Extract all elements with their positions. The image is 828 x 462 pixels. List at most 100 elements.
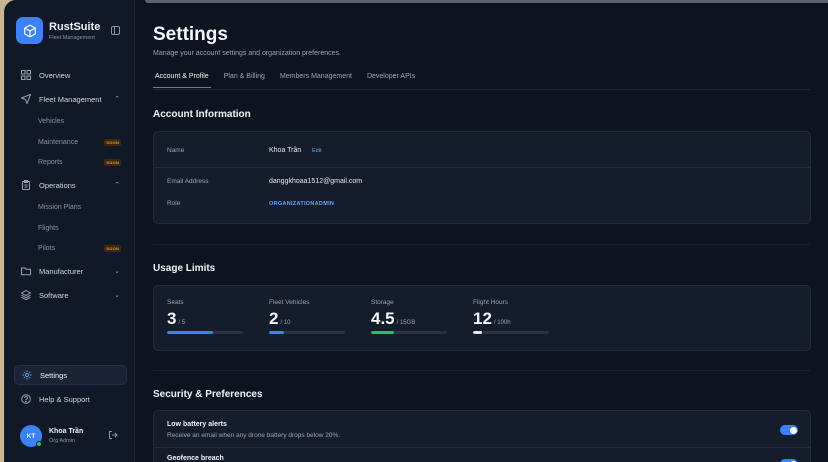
metric-limit: / 100h — [493, 320, 511, 326]
metric-flight-hours: Flight Hours 12/ 100h — [473, 299, 551, 334]
logout-icon[interactable] — [108, 430, 118, 440]
gear-icon — [22, 370, 32, 380]
usage-bar — [371, 331, 447, 334]
metric-seats: Seats 3/ 5 — [167, 299, 245, 334]
send-icon — [21, 94, 31, 104]
sidebar-subitem-label: Vehicles — [38, 117, 65, 125]
metric-limit: / 15GB — [396, 320, 416, 326]
low-battery-alerts-toggle[interactable] — [780, 425, 798, 435]
usage-limits-card: Seats 3/ 5 Fleet Vehicles 2/ 10 Storage … — [153, 285, 811, 351]
tab-members-management[interactable]: Members Management — [278, 70, 354, 88]
name-label: Name — [167, 147, 185, 154]
main-content: Settings Manage your account settings an… — [135, 0, 828, 462]
metric-limit: / 5 — [178, 320, 186, 326]
metric-value: 3 — [167, 309, 177, 328]
sidebar-item-label: Manufacturer — [39, 266, 84, 276]
grid-icon — [21, 70, 31, 80]
sidebar-item-label: Settings — [40, 370, 68, 380]
email-label: Email Address — [167, 178, 209, 185]
pref-title: Low battery alerts — [167, 421, 227, 428]
app-window: RustSuite Fleet Management Overview Flee… — [4, 0, 828, 462]
metric-value: 4.5 — [371, 309, 395, 328]
settings-tabs: Account & Profile Plan & Billing Members… — [153, 70, 428, 88]
user-role: Org Admin — [49, 438, 75, 444]
app-name: RustSuite — [49, 21, 101, 33]
row-divider — [154, 167, 810, 168]
sidebar: RustSuite Fleet Management Overview Flee… — [5, 0, 135, 462]
sidebar-subitem-reports[interactable]: Reports SOON — [38, 154, 127, 170]
sidebar-subitem-flights[interactable]: Flights — [38, 220, 127, 236]
sidebar-subitem-label: Mission Plans — [38, 203, 82, 211]
sidebar-item-label: Help & Support — [39, 394, 90, 404]
metric-value: 2 — [269, 309, 279, 328]
pref-title: Geofence breach — [167, 455, 224, 462]
usage-section-title: Usage Limits — [153, 263, 216, 274]
sidebar-item-help[interactable]: Help & Support — [14, 389, 127, 409]
sidebar-item-overview[interactable]: Overview — [14, 65, 127, 85]
sidebar-subitem-mission-plans[interactable]: Mission Plans — [38, 199, 127, 215]
metric-value-row: 12/ 100h — [473, 309, 551, 329]
metric-value-row: 4.5/ 15GB — [371, 309, 449, 329]
metric-storage: Storage 4.5/ 15GB — [371, 299, 449, 334]
metric-label: Flight Hours — [473, 299, 509, 306]
role-label: Role — [167, 200, 181, 207]
security-section-title: Security & Preferences — [153, 389, 263, 400]
chevron-down-icon: ⌄ — [114, 292, 120, 299]
sidebar-collapse-icon[interactable] — [111, 26, 120, 35]
tab-plan-billing[interactable]: Plan & Billing — [222, 70, 267, 88]
soon-badge: SOON — [104, 244, 121, 252]
tab-account-profile[interactable]: Account & Profile — [153, 70, 211, 88]
sidebar-item-settings[interactable]: Settings — [14, 365, 127, 385]
account-info-card: Name Khoa Trần Edit Email Address danggk… — [153, 131, 811, 224]
app-subtitle: Fleet Management — [49, 35, 95, 41]
security-preferences-card: Low battery alerts Receive an email when… — [153, 410, 811, 462]
page-subtitle: Manage your account settings and organiz… — [153, 50, 341, 57]
account-section-title: Account Information — [153, 109, 251, 120]
user-name: Khoa Trần — [49, 428, 84, 435]
sidebar-item-operations[interactable]: Operations ⌃ — [14, 175, 127, 195]
sidebar-subitem-vehicles[interactable]: Vehicles — [38, 113, 127, 129]
sidebar-subitem-maintenance[interactable]: Maintenance SOON — [38, 134, 127, 150]
pref-description: Receive an email when any drone battery … — [167, 432, 341, 439]
sidebar-item-label: Operations — [39, 180, 76, 190]
sidebar-item-label: Fleet Management — [39, 94, 102, 104]
usage-bar-fill — [473, 331, 483, 334]
sidebar-subitem-pilots[interactable]: Pilots SOON — [38, 240, 127, 256]
sidebar-item-manufacturer[interactable]: Manufacturer ⌄ — [14, 261, 127, 281]
cube-icon — [23, 23, 36, 38]
email-value: danggkhoaa1512@gmail.com — [269, 178, 363, 185]
chevron-down-icon: ⌄ — [114, 268, 120, 275]
soon-badge: SOON — [104, 158, 121, 166]
usage-bar-fill — [167, 331, 213, 334]
tabs-divider — [153, 89, 810, 90]
sidebar-item-fleet-management[interactable]: Fleet Management ⌃ — [14, 89, 127, 109]
usage-bar — [473, 331, 549, 334]
app-logo[interactable] — [16, 17, 43, 44]
online-status-icon — [36, 441, 42, 447]
layers-icon — [21, 290, 31, 300]
metric-value-row: 3/ 5 — [167, 309, 245, 329]
sidebar-item-software[interactable]: Software ⌄ — [14, 285, 127, 305]
clipboard-icon — [21, 180, 31, 190]
page-title: Settings — [153, 24, 228, 45]
edit-name-link[interactable]: Edit — [312, 148, 321, 154]
section-divider — [153, 370, 810, 371]
metric-label: Seats — [167, 299, 184, 306]
metric-label: Fleet Vehicles — [269, 299, 310, 306]
metric-value-row: 2/ 10 — [269, 309, 347, 329]
chevron-up-icon: ⌃ — [114, 182, 120, 189]
metric-value: 12 — [473, 309, 492, 328]
usage-bar-fill — [371, 331, 394, 334]
sidebar-subitem-label: Maintenance — [38, 138, 79, 146]
help-circle-icon — [21, 394, 31, 404]
usage-bar-fill — [269, 331, 285, 334]
tab-developer-apis[interactable]: Developer APIs — [365, 70, 417, 88]
sidebar-subitem-label: Reports — [38, 158, 63, 166]
sidebar-subitem-label: Pilots — [38, 244, 56, 252]
name-value: Khoa Trần — [269, 147, 302, 154]
usage-bar — [269, 331, 345, 334]
soon-badge: SOON — [104, 138, 121, 146]
section-divider — [153, 244, 810, 245]
role-value: ORGANIZATIONADMIN — [269, 201, 335, 207]
chevron-up-icon: ⌃ — [114, 96, 120, 103]
